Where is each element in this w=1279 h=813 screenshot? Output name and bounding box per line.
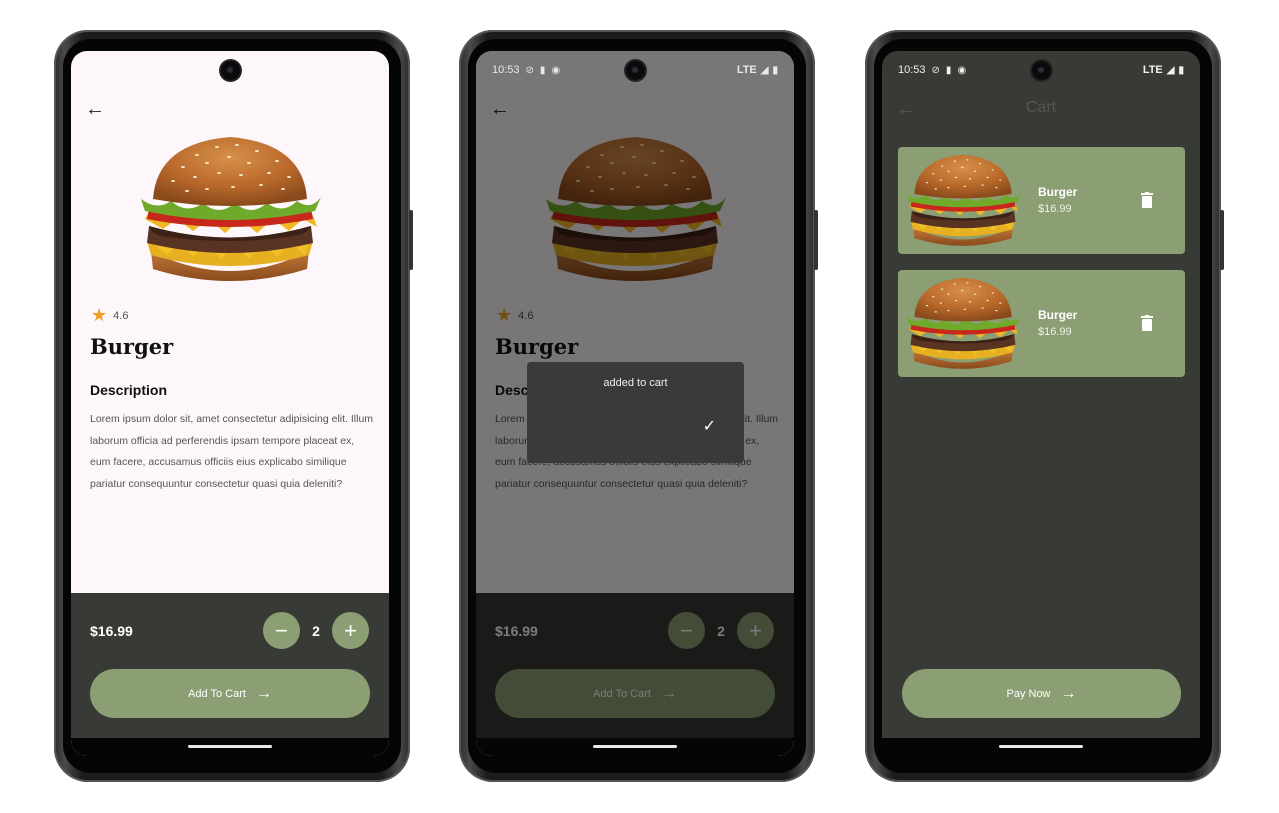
home-indicator[interactable]	[999, 745, 1083, 748]
phone-frame-toast: ← ★ 4.6 Burger Description Lorem ipsum d…	[459, 30, 818, 782]
camera-icon	[626, 61, 645, 80]
phone-frame-cart: 10:53 ⊘ ▮ ◉ LTE ◢ ▮ ← Cart Burger $16.99	[865, 30, 1224, 782]
battery-icon: ▮	[772, 64, 778, 76]
burger-thumbnail	[904, 274, 1022, 372]
product-title: Burger	[90, 334, 174, 359]
pay-now-label: Pay Now	[1006, 687, 1051, 700]
toast-screen: ← ★ 4.6 Burger Description Lorem ipsum d…	[476, 51, 794, 756]
bottom-panel: $16.99 − 2 + Add To Cart →	[71, 593, 389, 738]
cart-screen: 10:53 ⊘ ▮ ◉ LTE ◢ ▮ ← Cart Burger $16.99	[882, 51, 1200, 756]
battery-icon: ▮	[1178, 64, 1184, 76]
pay-now-button[interactable]: Pay Now →	[902, 669, 1181, 718]
signal-icon: ◢	[1166, 64, 1175, 76]
vpn-icon: ⊘	[931, 64, 940, 76]
burger-image	[137, 131, 323, 286]
cart-title: Cart	[1025, 99, 1057, 116]
cart-background: 10:53 ⊘ ▮ ◉ LTE ◢ ▮ ← Cart Burger $16.99	[882, 51, 1200, 756]
gesture-nav-bar	[882, 738, 1200, 756]
camera-icon	[221, 61, 240, 80]
price: $16.99	[90, 623, 133, 639]
sim-icon: ▮	[539, 64, 546, 76]
side-button	[1220, 210, 1224, 270]
status-time: 10:53	[898, 64, 926, 76]
home-indicator[interactable]	[593, 745, 677, 748]
rating: ★ 4.6	[91, 305, 128, 326]
quantity-stepper: − 2 +	[263, 612, 369, 649]
side-button	[814, 210, 818, 270]
cart-item-name: Burger	[1038, 185, 1078, 199]
quantity-value: 2	[312, 622, 320, 639]
side-button	[409, 210, 413, 270]
back-arrow-icon[interactable]: ←	[85, 98, 105, 121]
detail-background: ← ★ 4.6 Burger Description Lorem ipsum d…	[476, 51, 794, 756]
network-label: LTE	[736, 64, 757, 76]
sim-icon: ▮	[945, 64, 952, 76]
gesture-nav-bar	[476, 738, 794, 756]
add-to-cart-label: Add To Cart	[188, 687, 246, 700]
cart-item-price: $16.99	[1038, 203, 1072, 215]
signal-icon: ◢	[760, 64, 769, 76]
arrow-right-icon: →	[1060, 684, 1077, 702]
status-time: 10:53	[492, 64, 520, 76]
toast-message: added to cart	[603, 377, 668, 389]
burger-thumbnail	[904, 151, 1022, 249]
star-icon: ★	[91, 305, 108, 325]
cart-item: Burger $16.99	[898, 147, 1185, 254]
description-text: Lorem ipsum dolor sit, amet consectetur …	[90, 413, 374, 490]
add-to-cart-button[interactable]: Add To Cart →	[90, 669, 370, 718]
cart-item-name: Burger	[1038, 308, 1078, 322]
phone-frame-detail: ← ★ 4.6 Burger Description Lorem ipsum d…	[54, 30, 413, 782]
arrow-right-icon: →	[255, 684, 272, 702]
cart-item: Burger $16.99	[898, 270, 1185, 377]
trash-icon[interactable]	[1141, 192, 1153, 208]
rating-value: 4.6	[113, 309, 129, 322]
network-label: LTE	[1142, 64, 1163, 76]
sync-icon: ◉	[551, 64, 561, 76]
cart-item-price: $16.99	[1038, 326, 1072, 338]
detail-background: ← ★ 4.6 Burger Description Lorem ipsum d…	[71, 51, 389, 756]
detail-screen: ← ★ 4.6 Burger Description Lorem ipsum d…	[71, 51, 389, 756]
added-to-cart-dialog: added to cart ✓	[527, 362, 744, 463]
description-heading: Description	[90, 382, 168, 398]
trash-icon[interactable]	[1141, 315, 1153, 331]
gesture-nav-bar	[71, 738, 389, 756]
plus-icon[interactable]: +	[332, 612, 369, 649]
vpn-icon: ⊘	[525, 64, 534, 76]
check-icon[interactable]: ✓	[703, 416, 716, 436]
home-indicator[interactable]	[188, 745, 272, 748]
minus-icon[interactable]: −	[263, 612, 300, 649]
sync-icon: ◉	[957, 64, 967, 76]
camera-icon	[1032, 61, 1051, 80]
